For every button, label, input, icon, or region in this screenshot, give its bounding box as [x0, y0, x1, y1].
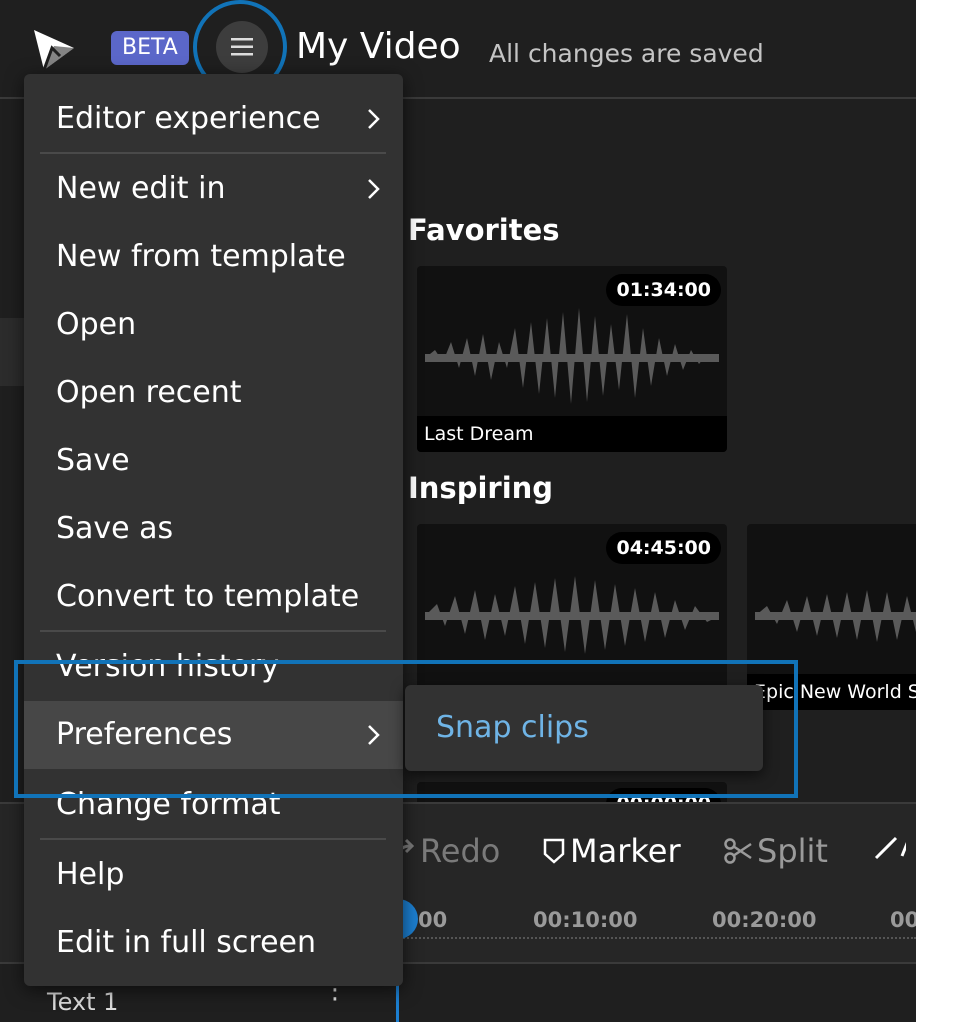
menu-item-label: Convert to template	[56, 579, 360, 614]
pencil-icon	[874, 836, 906, 860]
audio-card[interactable]: 04:45:00	[417, 524, 727, 710]
duration-badge: 04:45:00	[606, 532, 721, 564]
menu-item-label: Version history	[56, 649, 280, 684]
timeline-ruler	[400, 937, 916, 939]
menu-item-help[interactable]: Help	[24, 841, 403, 909]
save-status: All changes are saved	[489, 39, 764, 68]
menu-item-label: Save as	[56, 511, 174, 546]
menu-item-save-as[interactable]: Save as	[24, 495, 403, 563]
main-menu: Editor experience New edit in New from t…	[24, 74, 403, 986]
menu-item-label: New from template	[56, 239, 346, 274]
menu-item-new-edit-in[interactable]: New edit in	[24, 155, 403, 223]
menu-item-version-history[interactable]: Version history	[24, 633, 403, 701]
menu-item-new-from-template[interactable]: New from template	[24, 223, 403, 291]
menu-item-open-recent[interactable]: Open recent	[24, 359, 403, 427]
menu-item-open[interactable]: Open	[24, 291, 403, 359]
track-options-icon[interactable]: ⋮	[322, 977, 348, 1003]
preferences-submenu: Snap clips	[405, 685, 763, 771]
waveform-icon	[755, 590, 916, 642]
menu-item-label: Help	[56, 857, 125, 892]
menu-divider	[40, 152, 386, 154]
menu-item-label: Change format	[56, 787, 281, 822]
marker-icon	[543, 838, 565, 864]
menu-item-convert-to-template[interactable]: Convert to template	[24, 563, 403, 631]
edit-tool-button[interactable]	[872, 832, 906, 862]
menu-item-label: New edit in	[56, 171, 226, 206]
marker-label: Marker	[570, 832, 681, 870]
main-menu-button[interactable]	[216, 21, 268, 73]
menu-item-change-format[interactable]: Change format	[24, 771, 403, 839]
video-title[interactable]: My Video	[296, 26, 461, 67]
editor-app: BETA My Video All changes are saved Favo…	[0, 0, 916, 1022]
menu-item-label: Preferences	[56, 717, 233, 752]
time-tick: 00:20:00	[712, 908, 817, 932]
beta-badge: BETA	[111, 31, 189, 65]
menu-item-label: Save	[56, 443, 130, 478]
waveform-icon	[425, 308, 719, 404]
time-tick: 00	[418, 908, 448, 932]
menu-item-label: Open recent	[56, 375, 242, 410]
marker-button[interactable]: Marker	[542, 832, 681, 870]
waveform-icon	[425, 576, 719, 654]
scissors-icon	[724, 838, 752, 864]
menu-divider	[40, 838, 386, 840]
chevron-right-icon	[368, 179, 380, 199]
menu-item-label: Edit in full screen	[56, 925, 317, 960]
duration-badge: 01:34:00	[606, 274, 721, 306]
section-title: Inspiring	[408, 471, 554, 505]
track-label: Text 1	[47, 988, 119, 1016]
menu-item-save[interactable]: Save	[24, 427, 403, 495]
split-label: Split	[757, 832, 828, 870]
time-tick: 00:10:00	[533, 908, 638, 932]
menu-item-editor-experience[interactable]: Editor experience	[24, 85, 403, 153]
redo-button[interactable]: Redo	[394, 832, 500, 870]
redo-label: Redo	[420, 832, 501, 870]
menu-item-preferences[interactable]: Preferences	[24, 701, 403, 769]
menu-item-label: Open	[56, 307, 137, 342]
submenu-item-snap-clips[interactable]: Snap clips	[436, 710, 589, 745]
split-button[interactable]: Split	[723, 832, 828, 870]
audio-card[interactable]: Epic New World Sh	[747, 524, 916, 710]
menu-item-edit-in-full-screen[interactable]: Edit in full screen	[24, 909, 403, 977]
time-tick: 00	[890, 908, 916, 932]
menu-item-label: Editor experience	[56, 101, 321, 136]
track-name: Epic New World Sh	[747, 674, 916, 710]
audio-card[interactable]: 01:34:00 Last Dream	[417, 266, 727, 452]
app-logo-icon[interactable]	[30, 26, 78, 74]
track-name: Last Dream	[417, 416, 727, 452]
chevron-right-icon	[368, 725, 380, 745]
hamburger-icon	[231, 38, 253, 56]
section-title: Favorites	[408, 213, 560, 247]
menu-divider	[40, 630, 386, 632]
chevron-right-icon	[368, 109, 380, 129]
